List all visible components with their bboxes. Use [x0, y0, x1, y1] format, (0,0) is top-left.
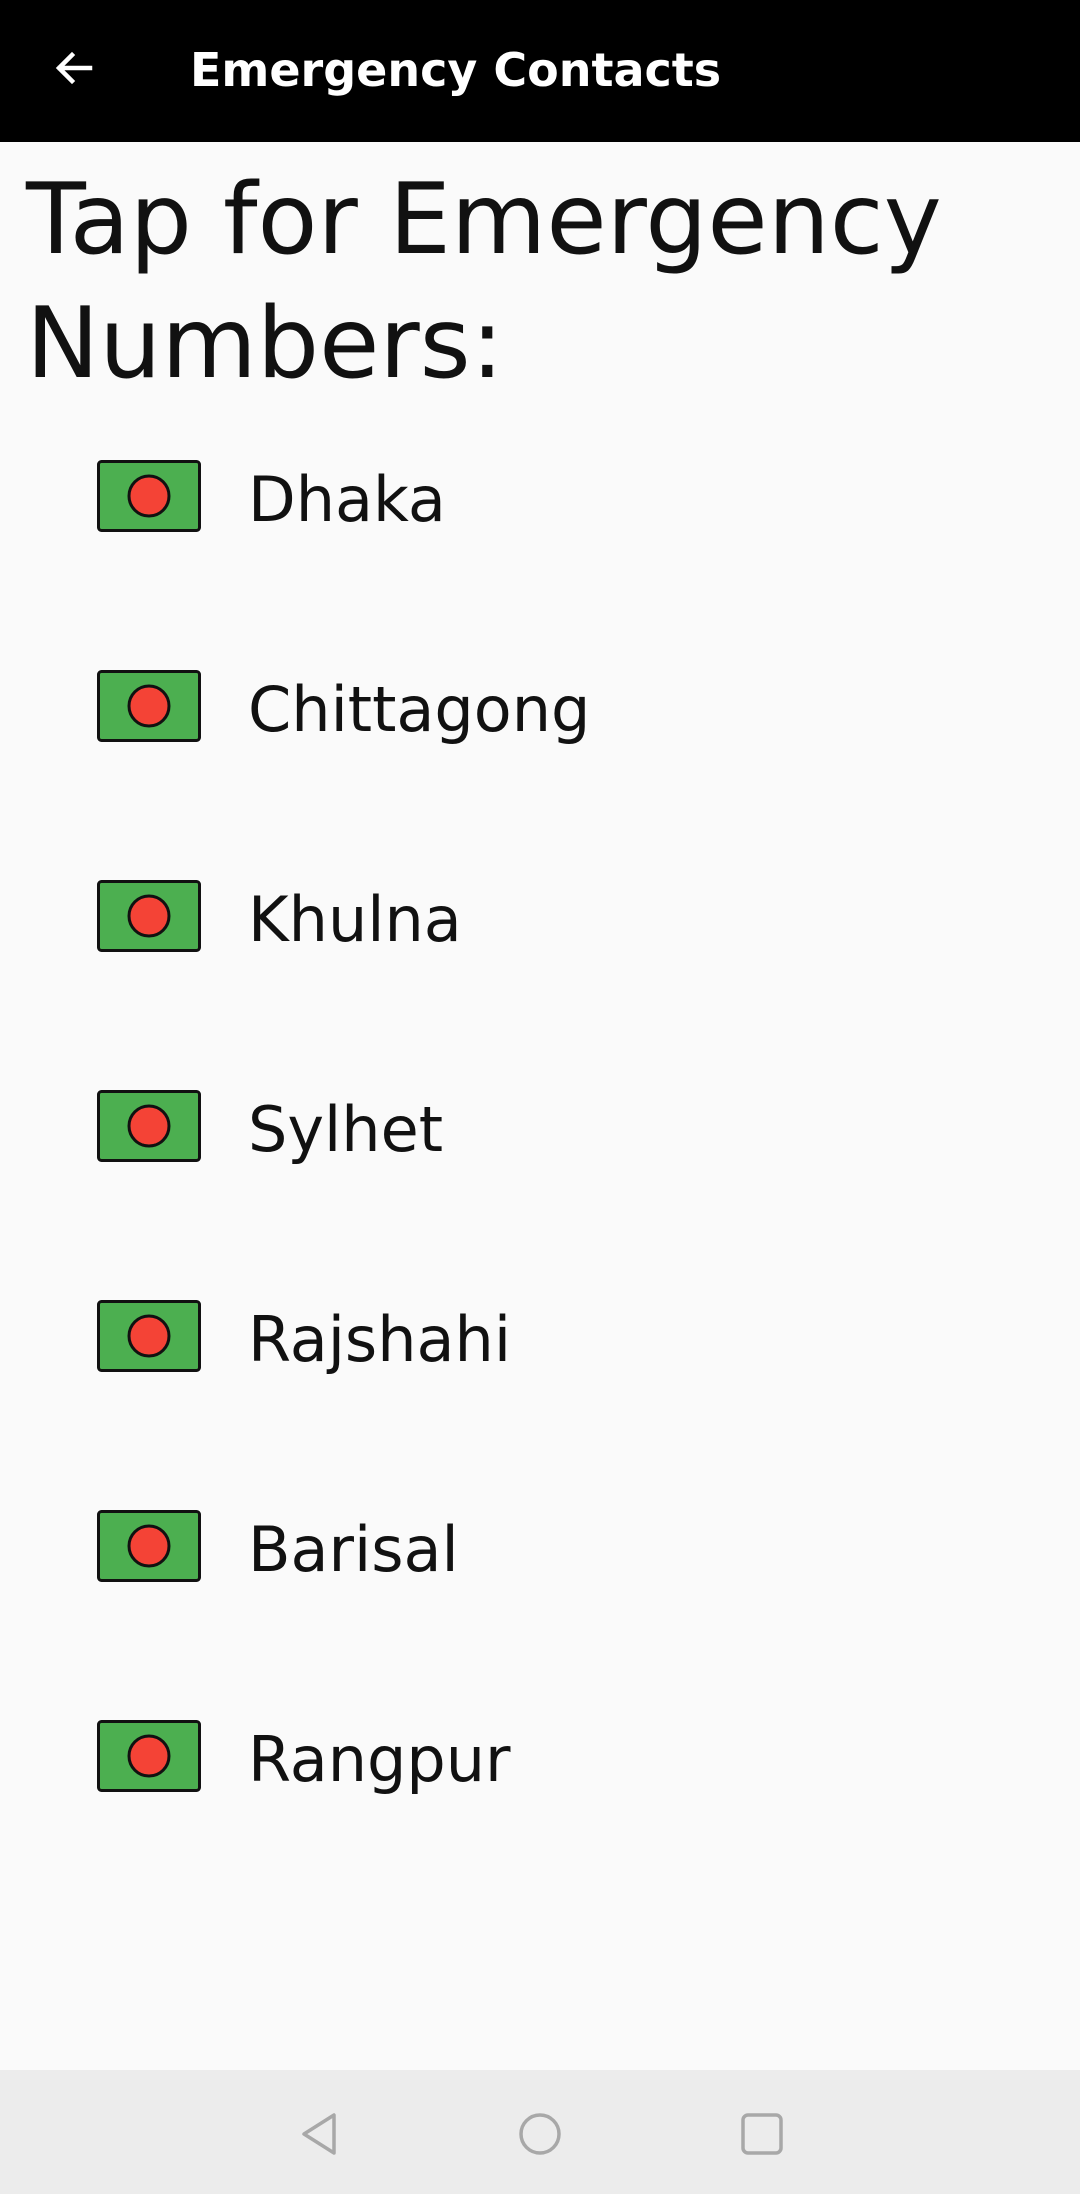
nav-home-button[interactable]	[500, 2094, 580, 2174]
city-label: Barisal	[248, 1513, 459, 1586]
nav-back-triangle-icon	[302, 2113, 336, 2155]
bangladesh-flag-icon	[97, 1300, 201, 1372]
arrow-left-icon	[55, 51, 93, 85]
bangladesh-flag-icon	[97, 880, 201, 952]
city-label: Chittagong	[248, 673, 591, 746]
system-nav-bar	[0, 2070, 1080, 2194]
bangladesh-flag-icon	[97, 1090, 201, 1162]
app-bar: Emergency Contacts	[0, 0, 1080, 142]
bangladesh-flag-icon	[97, 1720, 201, 1792]
city-label: Khulna	[248, 883, 462, 956]
bangladesh-flag-icon	[97, 670, 201, 742]
city-item-barisal[interactable]: Barisal	[0, 1470, 1080, 1680]
city-item-chittagong[interactable]: Chittagong	[0, 630, 1080, 840]
city-item-rajshahi[interactable]: Rajshahi	[0, 1260, 1080, 1470]
screen: Emergency Contacts Tap for Emergency Num…	[0, 0, 1080, 2194]
nav-home-circle-icon	[519, 2113, 561, 2155]
bangladesh-flag-icon	[97, 460, 201, 532]
city-label: Rangpur	[248, 1723, 511, 1796]
nav-recents-button[interactable]	[722, 2094, 802, 2174]
app-title: Emergency Contacts	[190, 43, 722, 97]
page-heading: Tap for Emergency Numbers:	[26, 163, 942, 401]
nav-recents-square-icon	[741, 2113, 783, 2155]
city-item-khulna[interactable]: Khulna	[0, 840, 1080, 1050]
bangladesh-flag-icon	[97, 1510, 201, 1582]
city-label: Sylhet	[248, 1093, 444, 1166]
city-label: Dhaka	[248, 463, 446, 536]
back-button[interactable]	[38, 32, 110, 104]
city-item-rangpur[interactable]: Rangpur	[0, 1680, 1080, 1890]
nav-back-button[interactable]	[280, 2094, 360, 2174]
city-label: Rajshahi	[248, 1303, 512, 1376]
city-item-dhaka[interactable]: Dhaka	[0, 420, 1080, 630]
city-list: Dhaka Chittagong Khulna Sylhet Rajshahi …	[0, 420, 1080, 1890]
city-item-sylhet[interactable]: Sylhet	[0, 1050, 1080, 1260]
